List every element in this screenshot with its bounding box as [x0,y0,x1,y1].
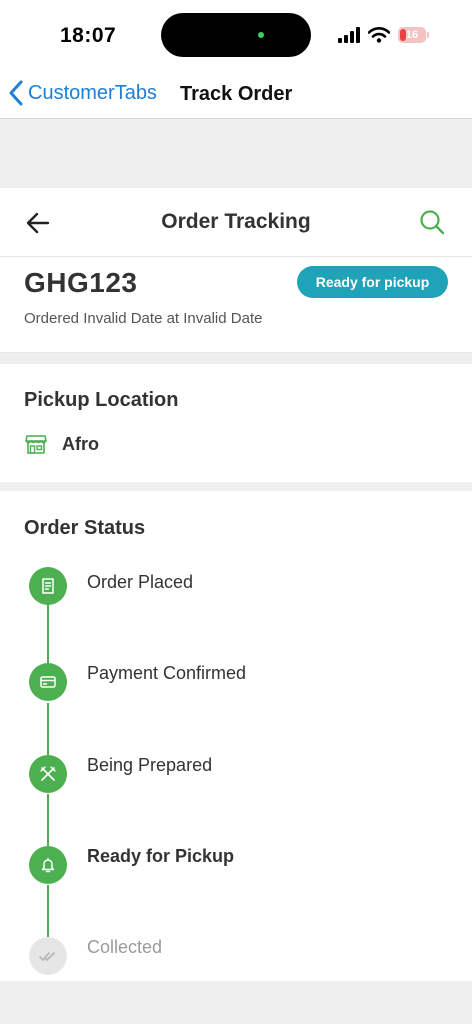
ios-navigation-bar: CustomerTabs Track Order [0,72,472,119]
camera-indicator-icon [258,32,264,38]
step-payment-confirmed-marker [29,663,67,701]
order-date-text: Ordered Invalid Date at Invalid Date [24,310,263,327]
order-id: GHG123 [24,267,138,298]
back-label: CustomerTabs [28,81,157,104]
utensils-icon [40,766,56,781]
chevron-left-icon [9,80,23,106]
credit-card-icon [40,676,56,688]
pickup-location-row: Afro [24,432,99,456]
pickup-location-card: Pickup Location Afro [0,364,472,482]
step-being-prepared-label: Being Prepared [87,755,213,775]
double-check-icon [39,952,55,961]
pickup-location-name: Afro [62,433,99,454]
status-bar: 18:07 16 [0,0,472,72]
status-time: 18:07 [60,24,117,47]
step-ready-for-pickup-marker [29,846,67,884]
signal-icon [338,27,360,43]
dynamic-island [161,13,311,57]
step-collected-marker [29,937,67,975]
receipt-icon [42,578,54,594]
battery-icon: 16 [398,27,429,43]
battery-level: 16 [405,29,419,41]
timeline-connector [47,703,49,755]
wifi-icon [368,27,390,43]
timeline-connector [47,603,49,663]
step-order-placed-label: Order Placed [87,572,194,592]
step-being-prepared-marker [29,755,67,793]
store-icon [25,435,47,454]
bell-icon [41,857,55,873]
timeline-connector [47,885,49,937]
timeline-connector [47,794,49,846]
status-badge: Ready for pickup [297,266,448,298]
step-collected-label: Collected [87,937,163,957]
search-icon[interactable] [418,208,446,236]
order-summary-card: GHG123 Ready for pickup Ordered Invalid … [0,257,472,353]
order-status-title: Order Status [24,517,146,539]
step-payment-confirmed-label: Payment Confirmed [87,663,247,683]
order-status-card: Order Status Order Placed Payment Confir… [0,491,472,981]
step-ready-for-pickup-label: Ready for Pickup [87,846,235,866]
step-order-placed-marker [29,567,67,605]
order-tracking-header: Order Tracking [0,188,472,257]
back-to-customer-tabs-button[interactable]: CustomerTabs [8,80,157,106]
pickup-location-title: Pickup Location [24,389,179,411]
nav-title: Track Order [180,83,293,105]
page-title: Order Tracking [161,210,311,233]
status-icons: 16 [338,24,429,46]
